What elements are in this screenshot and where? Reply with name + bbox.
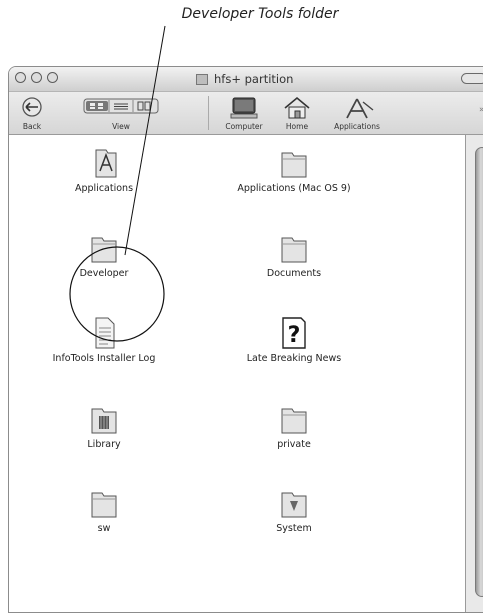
- window-title: hfs+ partition: [214, 72, 294, 86]
- item-applications[interactable]: Applications: [9, 147, 199, 194]
- item-label: InfoTools Installer Log: [52, 353, 156, 364]
- toolbar-separator: [208, 96, 209, 130]
- back-label: Back: [22, 122, 42, 131]
- minimize-button[interactable]: [31, 72, 42, 83]
- applications-button[interactable]: Applications: [327, 96, 387, 136]
- home-icon: [284, 96, 310, 119]
- computer-button[interactable]: Computer: [221, 96, 267, 136]
- item-label: Late Breaking News: [246, 353, 342, 364]
- finder-window: hfs+ partition Back View Computer Home A…: [8, 66, 483, 613]
- item-library[interactable]: Library: [9, 403, 199, 450]
- home-label: Home: [285, 122, 309, 131]
- home-button[interactable]: Home: [277, 96, 317, 136]
- item-label: Library: [87, 439, 121, 450]
- document-icon: [95, 317, 115, 349]
- folder-icon: [91, 237, 117, 263]
- item-applications-mac-os-9[interactable]: Applications (Mac OS 9): [199, 147, 389, 194]
- item-documents[interactable]: Documents: [199, 232, 389, 279]
- toolbar: Back View Computer Home Applications: [9, 92, 483, 135]
- system-folder-icon: [281, 492, 307, 518]
- item-sw[interactable]: sw: [9, 487, 199, 534]
- item-label: Applications (Mac OS 9): [237, 183, 351, 194]
- item-label: Developer: [79, 268, 129, 279]
- window-title-group: hfs+ partition: [196, 71, 293, 87]
- item-late-breaking-news[interactable]: ? Late Breaking News: [199, 317, 389, 364]
- applications-folder-icon: [95, 149, 117, 178]
- item-label: sw: [97, 523, 111, 534]
- item-label: System: [276, 523, 312, 534]
- folder-icon: [281, 152, 307, 178]
- back-button[interactable]: Back: [17, 96, 47, 136]
- close-button[interactable]: [15, 72, 26, 83]
- computer-label: Computer: [225, 122, 263, 131]
- item-private[interactable]: private: [199, 403, 389, 450]
- folder-icon: [281, 408, 307, 434]
- disk-icon: [196, 73, 208, 85]
- scroll-thumb[interactable]: [475, 147, 483, 597]
- applications-icon: [346, 98, 374, 119]
- toolbar-toggle-button[interactable]: [461, 73, 483, 84]
- svg-text:?: ?: [288, 323, 301, 348]
- view-mode-icons: [83, 98, 159, 114]
- folder-icon: [91, 492, 117, 518]
- file-icon-view: Applications Applications (Mac OS 9) Dev…: [9, 135, 465, 612]
- view-label: View: [112, 122, 130, 131]
- computer-icon: [230, 97, 258, 119]
- vertical-scrollbar[interactable]: ▲ ▼: [465, 135, 483, 612]
- item-label: Documents: [266, 268, 322, 279]
- applications-label: Applications: [334, 122, 380, 131]
- item-system[interactable]: System: [199, 487, 389, 534]
- folder-icon: [281, 237, 307, 263]
- view-control[interactable]: View: [83, 96, 159, 136]
- callout-caption: Developer Tools folder: [181, 6, 339, 22]
- back-arrow-icon: [22, 97, 42, 117]
- library-folder-icon: [91, 408, 117, 434]
- help-document-icon: ?: [282, 317, 306, 349]
- title-bar[interactable]: hfs+ partition: [9, 67, 483, 92]
- zoom-button[interactable]: [47, 72, 58, 83]
- item-label: Applications: [74, 183, 134, 194]
- item-developer[interactable]: Developer: [9, 232, 199, 279]
- item-infotools-installer-log[interactable]: InfoTools Installer Log: [9, 317, 199, 364]
- item-label: private: [277, 439, 311, 450]
- toolbar-overflow-icon[interactable]: »: [479, 105, 483, 115]
